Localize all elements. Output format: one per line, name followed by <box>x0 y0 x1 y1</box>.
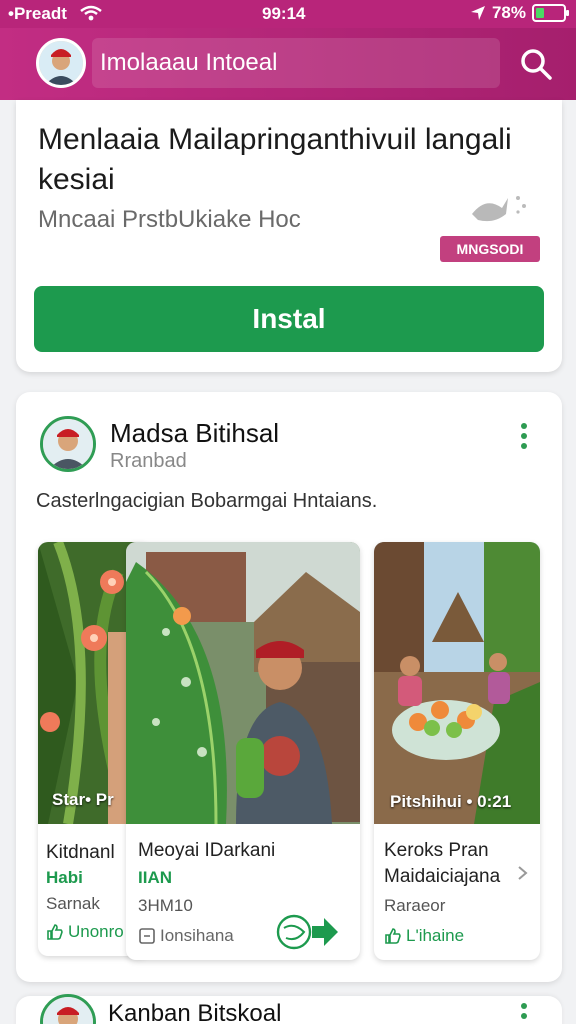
like-label: Unonro <box>68 922 124 941</box>
share-arrow-icon[interactable] <box>276 912 340 952</box>
product-photo-caption: Pitshihui • 0:21 <box>390 792 512 811</box>
wifi-icon <box>80 5 102 21</box>
comment-icon <box>139 928 155 944</box>
bird-icon <box>472 196 526 222</box>
battery-percent: 78% <box>491 3 526 22</box>
feed-post: Madsa Bitihsal Rranbad Casterlngacigian … <box>16 392 562 982</box>
chevron-right-icon[interactable] <box>516 864 530 882</box>
install-card: Menlaaia Mailapringanthivuil langali kes… <box>16 100 562 372</box>
product-meta: Sarnak <box>46 894 100 913</box>
install-title: Menlaaia Mailapringanthivuil langali kes… <box>38 123 512 196</box>
avatar-image <box>39 41 83 85</box>
avatar[interactable] <box>36 38 86 88</box>
search-input[interactable]: Imolaaau Intoeal <box>92 38 500 88</box>
post-author[interactable]: Madsa Bitihsal <box>110 418 279 449</box>
more-vertical-icon[interactable] <box>512 1000 536 1024</box>
like-button[interactable]: Unonro <box>46 922 124 942</box>
product-meta: 3HM10 <box>138 896 193 915</box>
install-subtitle: Mncaai PrstbUkiake Hoc <box>38 206 301 233</box>
status-bar: •Preadt 99:14 78% <box>0 0 576 28</box>
feed-post-next: Kanban Bitskoal <box>16 994 562 1024</box>
clock: 99:14 <box>262 4 306 23</box>
post-author[interactable]: Kanban Bitskoal <box>108 1000 281 1024</box>
comment-label: Ionsihana <box>160 926 234 945</box>
status-badge: MNGSODI <box>440 236 540 262</box>
comment-button[interactable]: Ionsihana <box>138 926 234 946</box>
post-text: Casterlngacigian Bobarmgai Hntaians. <box>36 490 378 512</box>
farmer-photo <box>126 542 360 824</box>
product-photo[interactable]: Pitshihui • 0:21 <box>374 542 540 824</box>
post-handle: Rranbad <box>110 450 187 472</box>
app-header: Imolaaau Intoeal <box>0 28 576 100</box>
product-title: Meoyai IDarkani <box>138 840 276 861</box>
product-title: Keroks Pran Maidaiciajana <box>384 840 501 887</box>
like-icon <box>47 924 63 940</box>
battery-icon <box>532 4 569 22</box>
post-avatar[interactable] <box>40 994 96 1024</box>
product-card[interactable]: Meoyai IDarkani IIAN 3HM10 Ionsihana <box>126 542 360 960</box>
product-title: Kitdnanl <box>46 842 115 863</box>
product-photo-caption: Star• Pr <box>52 790 114 809</box>
product-meta: Raraeor <box>384 896 446 915</box>
market-photo <box>374 542 540 824</box>
product-card[interactable]: Pitshihui • 0:21 Keroks Pran Maidaiciaja… <box>374 542 540 960</box>
like-icon <box>385 928 401 944</box>
carrier-label: •Preadt <box>8 4 67 23</box>
location-arrow-icon <box>470 6 485 20</box>
post-avatar-image <box>43 419 93 469</box>
product-price: IIAN <box>138 868 172 887</box>
like-label: L'ihaine <box>406 926 465 945</box>
like-button[interactable]: L'ihaine <box>384 926 464 946</box>
search-icon[interactable] <box>518 46 554 82</box>
status-right: 78% <box>470 3 569 23</box>
post-avatar-image <box>43 997 93 1024</box>
more-vertical-icon[interactable] <box>512 420 536 452</box>
product-price: Habi <box>46 868 83 887</box>
product-photo[interactable] <box>126 542 360 824</box>
install-button[interactable]: Instal <box>34 286 544 352</box>
post-avatar[interactable] <box>40 416 96 472</box>
